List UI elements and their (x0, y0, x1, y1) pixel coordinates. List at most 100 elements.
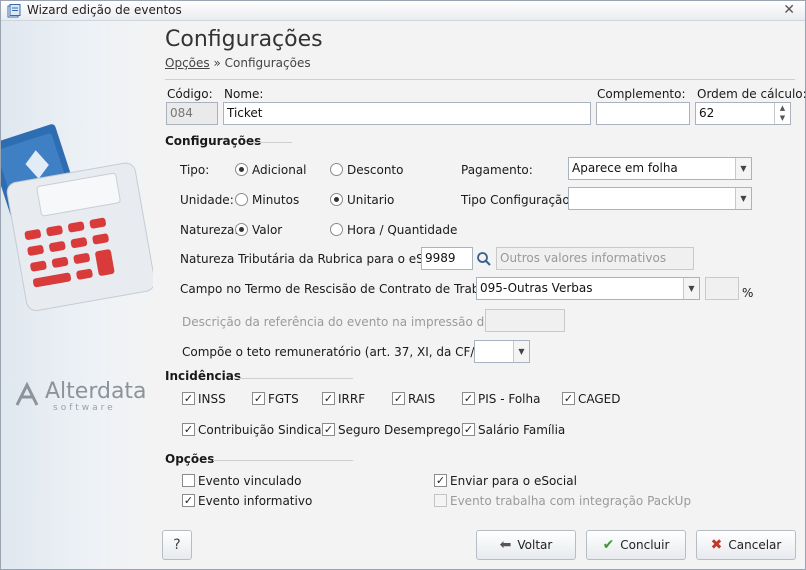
cancelar-button[interactable]: ✖ Cancelar (696, 530, 796, 560)
complemento-field[interactable] (596, 102, 690, 125)
page-title: Configurações (165, 27, 323, 52)
wizard-window: Wizard edição de eventos ✕ Alterdata sof… (0, 0, 806, 570)
unidade-minutos-radio[interactable] (235, 193, 248, 206)
window-title: Wizard edição de eventos (27, 3, 182, 17)
enviar-esocial-checkbox[interactable]: ✓ (434, 474, 447, 487)
pagamento-label: Pagamento: (461, 163, 533, 177)
brand-subtitle: software (53, 403, 116, 413)
percent-sign: % (742, 286, 754, 300)
incidencia-caged-label: CAGED (578, 392, 621, 406)
packup-label: Evento trabalha com integração PackUp (450, 494, 692, 508)
nome-label: Nome: (224, 87, 264, 101)
tipo-configuracao-select[interactable]: ▼ (568, 187, 752, 210)
natureza-valor-label: Valor (252, 223, 283, 237)
breadcrumb: Opções » Configurações (165, 56, 311, 70)
chevron-down-icon[interactable]: ▼ (735, 158, 751, 179)
ordem-calculo-label: Ordem de cálculo: (697, 87, 806, 101)
search-icon[interactable] (473, 247, 495, 269)
concluir-label: Concluir (620, 538, 670, 552)
incidencia-rais-label: RAIS (408, 392, 436, 406)
teto-remuneratorio-select[interactable]: ▼ (474, 340, 530, 363)
incidencia-fgts-checkbox[interactable]: ✓ (252, 392, 265, 405)
enviar-esocial-label: Enviar para o eSocial (450, 474, 577, 488)
incidencia-pis-label: PIS - Folha (478, 392, 541, 406)
natureza-label: Natureza: (180, 223, 239, 237)
arrow-left-icon: ⬅ (499, 537, 512, 553)
concluir-button[interactable]: ✔ Concluir (586, 530, 686, 560)
incidencia-salario-label: Salário Família (478, 423, 566, 437)
breadcrumb-current: Configurações (224, 56, 311, 70)
tipo-label: Tipo: (180, 163, 210, 177)
incidencia-inss-checkbox[interactable]: ✓ (182, 392, 195, 405)
incidencia-inss-label: INSS (198, 392, 226, 406)
left-banner: Alterdata software (1, 21, 153, 569)
checkmark-icon: ✔ (602, 537, 615, 553)
section-incidencias: Incidências (165, 369, 241, 383)
incidencia-salario-checkbox[interactable]: ✓ (462, 423, 475, 436)
main-content: Configurações Opções » Configurações Cód… (153, 21, 806, 569)
spin-arrows-icon[interactable]: ▲ ▼ (774, 103, 790, 124)
voltar-label: Voltar (517, 538, 553, 552)
ordem-calculo-stepper[interactable]: 62 ▲ ▼ (695, 102, 791, 125)
unidade-unitario-radio[interactable] (330, 193, 343, 206)
close-icon[interactable]: ✕ (783, 2, 795, 18)
codigo-field: 084 (166, 102, 218, 125)
incidencia-irrf-checkbox[interactable]: ✓ (322, 392, 335, 405)
chevron-down-icon[interactable]: ▼ (513, 341, 529, 362)
evento-informativo-label: Evento informativo (198, 494, 313, 508)
incidencia-contribuicao-checkbox[interactable]: ✓ (182, 423, 195, 436)
incidencia-rais-checkbox[interactable]: ✓ (392, 392, 405, 405)
chevron-down-icon[interactable]: ▼ (683, 278, 699, 299)
cancel-x-icon: ✖ (710, 537, 723, 553)
percent-field (705, 277, 739, 300)
natureza-hora-radio[interactable] (330, 223, 343, 236)
campo-trct-value: 095-Outras Verbas (480, 281, 593, 295)
title-divider (165, 79, 795, 80)
voltar-button[interactable]: ⬅ Voltar (476, 530, 576, 560)
section-divider (213, 460, 353, 461)
complemento-label: Complemento: (597, 87, 686, 101)
incidencia-fgts-label: FGTS (268, 392, 299, 406)
alterdata-logo-icon (15, 381, 39, 406)
section-opcoes: Opções (165, 452, 215, 466)
pagamento-select[interactable]: Aparece em folha ▼ (568, 157, 752, 180)
tipo-adicional-label: Adicional (252, 163, 307, 177)
tipo-desconto-label: Desconto (347, 163, 404, 177)
section-configuracoes: Configurações (165, 134, 262, 148)
evento-vinculado-checkbox[interactable] (182, 474, 195, 487)
incidencia-seguro-label: Seguro Desemprego (338, 423, 461, 437)
descricao-trct-field (485, 309, 565, 332)
brand-name: Alterdata (45, 379, 147, 404)
evento-informativo-checkbox[interactable]: ✓ (182, 494, 195, 507)
teto-remuneratorio-label: Compõe o teto remuneratório (art. 37, XI… (182, 345, 510, 359)
campo-trct-label: Campo no Termo de Rescisão de Contrato d… (180, 282, 510, 296)
breadcrumb-link-opcoes[interactable]: Opções (165, 56, 210, 70)
descricao-trct-label: Descrição da referência do evento na imp… (182, 315, 527, 329)
app-icon (7, 4, 21, 18)
natureza-hora-label: Hora / Quantidade (347, 223, 458, 237)
incidencia-caged-checkbox[interactable]: ✓ (562, 392, 575, 405)
section-divider (248, 142, 292, 143)
incidencia-pis-checkbox[interactable]: ✓ (462, 392, 475, 405)
campo-trct-select[interactable]: 095-Outras Verbas ▼ (476, 277, 700, 300)
natureza-tributaria-code[interactable]: 9989 (421, 247, 473, 270)
ordem-calculo-value: 62 (699, 106, 715, 120)
chevron-down-icon[interactable]: ▼ (735, 188, 751, 209)
incidencia-seguro-checkbox[interactable]: ✓ (322, 423, 335, 436)
natureza-tributaria-description: Outros valores informativos (496, 247, 694, 270)
pagamento-value: Aparece em folha (572, 161, 678, 175)
calculator-illustration (1, 124, 153, 312)
help-icon: ? (173, 537, 181, 553)
tipo-configuracao-label: Tipo Configuração: (461, 193, 574, 207)
help-button[interactable]: ? (162, 530, 192, 560)
evento-vinculado-label: Evento vinculado (198, 474, 302, 488)
incidencia-irrf-label: IRRF (338, 392, 366, 406)
nome-field[interactable]: Ticket (223, 102, 591, 125)
tipo-adicional-radio[interactable] (235, 163, 248, 176)
incidencia-contribuicao-label: Contribuição Sindical (198, 423, 325, 437)
tipo-desconto-radio[interactable] (330, 163, 343, 176)
unidade-label: Unidade: (180, 193, 234, 207)
natureza-tributaria-label: Natureza Tributária da Rubrica para o eS… (180, 252, 456, 266)
title-bar: Wizard edição de eventos ✕ (1, 1, 805, 21)
natureza-valor-radio[interactable] (235, 223, 248, 236)
